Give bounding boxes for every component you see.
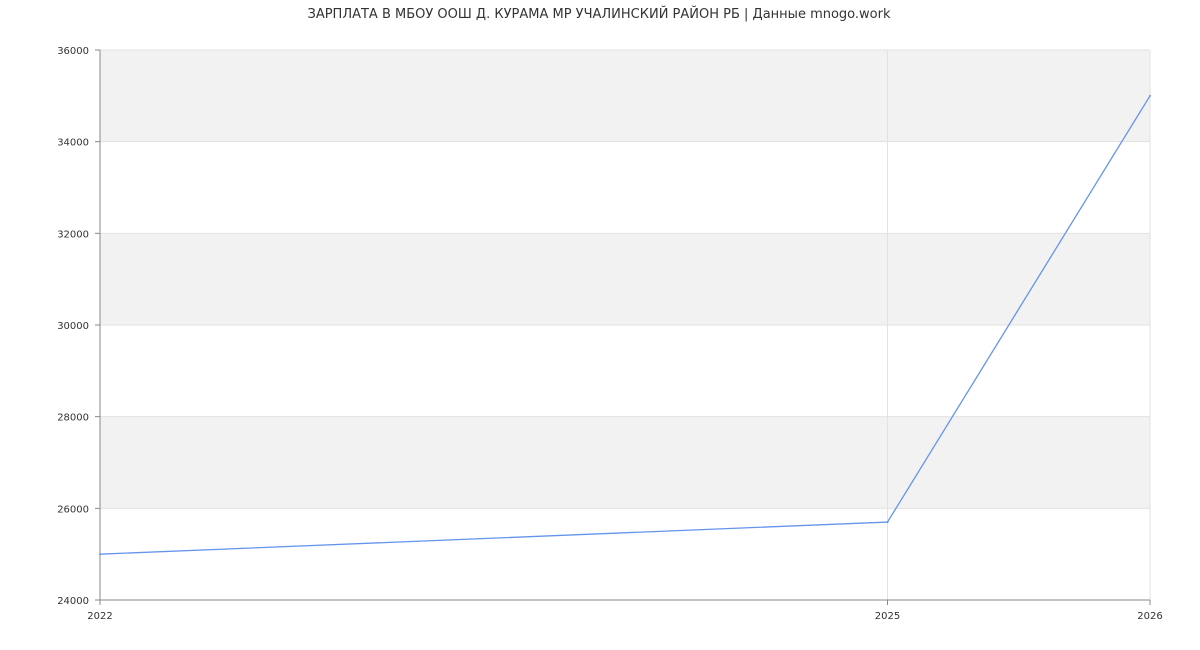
data-point — [886, 521, 889, 524]
x-tick-label: 2026 — [1137, 611, 1162, 622]
x-tick-label: 2022 — [87, 611, 112, 622]
plot-band — [100, 50, 1150, 142]
x-tick-label: 2025 — [875, 611, 900, 622]
data-point — [1149, 94, 1151, 97]
y-tick-label: 24000 — [57, 596, 89, 607]
y-tick-label: 28000 — [57, 413, 89, 424]
y-tick-label: 34000 — [57, 138, 89, 149]
line-chart: ЗАРПЛАТА В МБОУ ООШ Д. КУРАМА МР УЧАЛИНС… — [57, 6, 1163, 622]
y-tick-label: 36000 — [57, 46, 89, 57]
plot-band — [100, 233, 1150, 325]
plot-band — [100, 416, 1150, 509]
y-tick-label: 26000 — [57, 504, 89, 515]
plot-bands — [100, 50, 1150, 509]
chart-title: ЗАРПЛАТА В МБОУ ООШ Д. КУРАМА МР УЧАЛИНС… — [307, 6, 890, 22]
data-point — [99, 553, 101, 556]
y-tick-label: 32000 — [57, 229, 89, 240]
y-tick-label: 30000 — [57, 321, 89, 332]
